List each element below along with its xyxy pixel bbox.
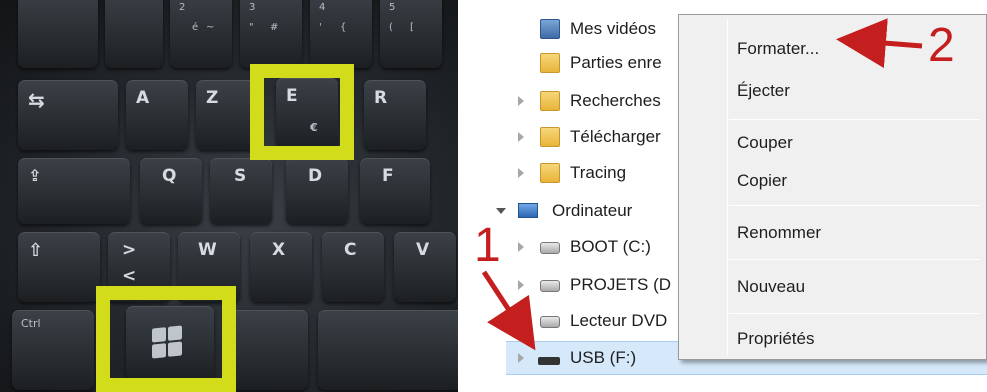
- tree-item-label: Recherches: [570, 91, 661, 110]
- menu-item-renommer[interactable]: Renommer: [737, 223, 821, 243]
- folder-icon: [540, 163, 560, 183]
- tree-item-label: Lecteur DVD: [570, 311, 668, 330]
- tree-item-label: Tracing: [570, 163, 627, 182]
- usb-drive-icon: [538, 357, 560, 365]
- menu-separator: [729, 119, 980, 120]
- key-shift: ⇧: [18, 232, 100, 302]
- tree-item-label: USB (F:): [570, 348, 637, 367]
- menu-separator: [729, 205, 980, 206]
- key-ctrl: Ctrl: [12, 310, 94, 390]
- menu-separator: [729, 259, 980, 260]
- menu-item-nouveau[interactable]: Nouveau: [737, 277, 805, 297]
- search-folder-icon: [540, 91, 560, 111]
- expand-arrow-icon[interactable]: [518, 353, 524, 363]
- expand-arrow-icon[interactable]: [518, 316, 524, 326]
- step-2-label: 2: [928, 19, 955, 72]
- expand-arrow-icon[interactable]: [518, 242, 524, 252]
- key-v: V: [394, 232, 456, 302]
- hard-drive-icon: [540, 280, 560, 292]
- menu-item-formater[interactable]: Formater...: [737, 39, 819, 59]
- key-alt: [226, 310, 308, 390]
- key-d: D: [286, 158, 348, 224]
- key-digit-5: 5 ( [: [380, 0, 442, 68]
- key-3: [105, 0, 163, 68]
- dvd-drive-icon: [540, 316, 560, 328]
- menu-item-couper[interactable]: Couper: [737, 133, 793, 153]
- menu-separator: [729, 313, 980, 314]
- key-q: Q: [140, 158, 202, 224]
- collapse-arrow-icon[interactable]: [496, 208, 506, 214]
- key-z: Z: [196, 80, 258, 150]
- key-2: [18, 0, 98, 68]
- key-c: C: [322, 232, 384, 302]
- menu-item-copier[interactable]: Copier: [737, 171, 787, 191]
- tree-item-label: PROJETS (D: [570, 275, 672, 294]
- explorer-screenshot: Mes vidéos Parties enre Recherches Téléc…: [470, 0, 987, 392]
- system-drive-icon: [540, 242, 560, 254]
- key-r: R: [364, 80, 426, 150]
- expand-arrow-icon[interactable]: [518, 280, 524, 290]
- menu-icon-gutter: [727, 19, 728, 355]
- keyboard-photo: 2 é ~ 3 " # 4 ' { 5 ( [ ⇆ A Z E € R ⇪ Q …: [0, 0, 458, 392]
- key-digit-2: 2 é ~: [170, 0, 232, 68]
- expand-arrow-icon[interactable]: [518, 96, 524, 106]
- key-space: [318, 310, 458, 390]
- tree-item-label: Parties enre: [570, 53, 662, 72]
- key-caps-lock: ⇪: [18, 158, 130, 224]
- expand-arrow-icon[interactable]: [518, 132, 524, 142]
- key-x: X: [250, 232, 312, 302]
- key-digit-3: 3 " #: [240, 0, 302, 68]
- videos-folder-icon: [540, 19, 560, 39]
- key-digit-4: 4 ' {: [310, 0, 372, 68]
- highlight-box-windows-key: [96, 286, 236, 392]
- expand-arrow-icon[interactable]: [518, 168, 524, 178]
- key-f: F: [360, 158, 430, 224]
- tree-item-label: BOOT (C:): [570, 237, 651, 256]
- tree-item-label: Ordinateur: [552, 201, 633, 220]
- step-1-label: 1: [474, 219, 501, 272]
- key-tab: ⇆: [18, 80, 118, 150]
- highlight-box-e-key: [250, 64, 354, 160]
- tree-item-label: Télécharger: [570, 127, 661, 146]
- menu-item-proprietes[interactable]: Propriétés: [737, 329, 814, 349]
- menu-item-ejecter[interactable]: Éjecter: [737, 81, 790, 101]
- downloads-folder-icon: [540, 127, 560, 147]
- key-s: S: [210, 158, 272, 224]
- shared-folder-icon: [540, 53, 560, 73]
- tree-item-label: Mes vidéos: [570, 19, 656, 38]
- computer-icon: [518, 203, 538, 218]
- key-a: A: [126, 80, 188, 150]
